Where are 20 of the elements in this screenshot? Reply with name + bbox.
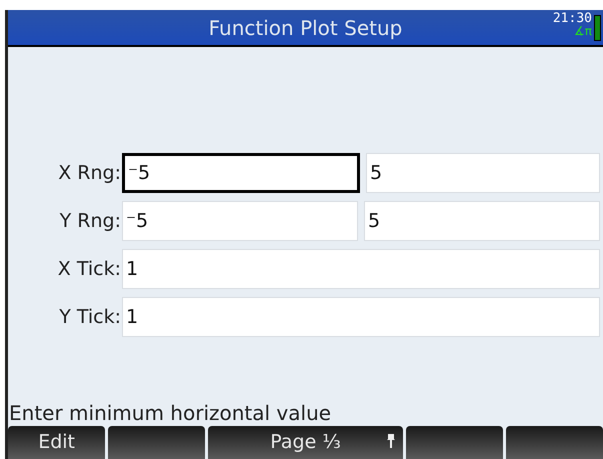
soft-key[interactable]: Page ⅓ (208, 426, 403, 459)
field-label: X Rng: (57, 160, 122, 186)
field-label: Y Tick: (58, 304, 122, 330)
value-field[interactable]: 1 (122, 297, 600, 337)
value-field[interactable]: ⁻5 (122, 153, 360, 193)
soft-key[interactable] (108, 426, 206, 459)
pin-icon (386, 434, 395, 448)
soft-key[interactable] (506, 426, 603, 459)
screen-title: Function Plot Setup (208, 14, 402, 42)
field-label: Y Rng: (58, 208, 122, 234)
value-field[interactable]: 5 (364, 201, 600, 241)
angle-mode-indicator: ∡π (574, 25, 592, 37)
soft-key[interactable] (406, 426, 503, 459)
soft-key[interactable]: Edit (8, 426, 106, 459)
field-label: X Tick: (56, 256, 122, 282)
clock-time: 21:30 (552, 12, 592, 25)
value-field[interactable]: ⁻5 (122, 201, 358, 241)
value-field[interactable]: 5 (366, 153, 600, 193)
value-field[interactable]: 1 (122, 249, 600, 289)
help-text: Enter minimum horizontal value (8, 400, 332, 426)
